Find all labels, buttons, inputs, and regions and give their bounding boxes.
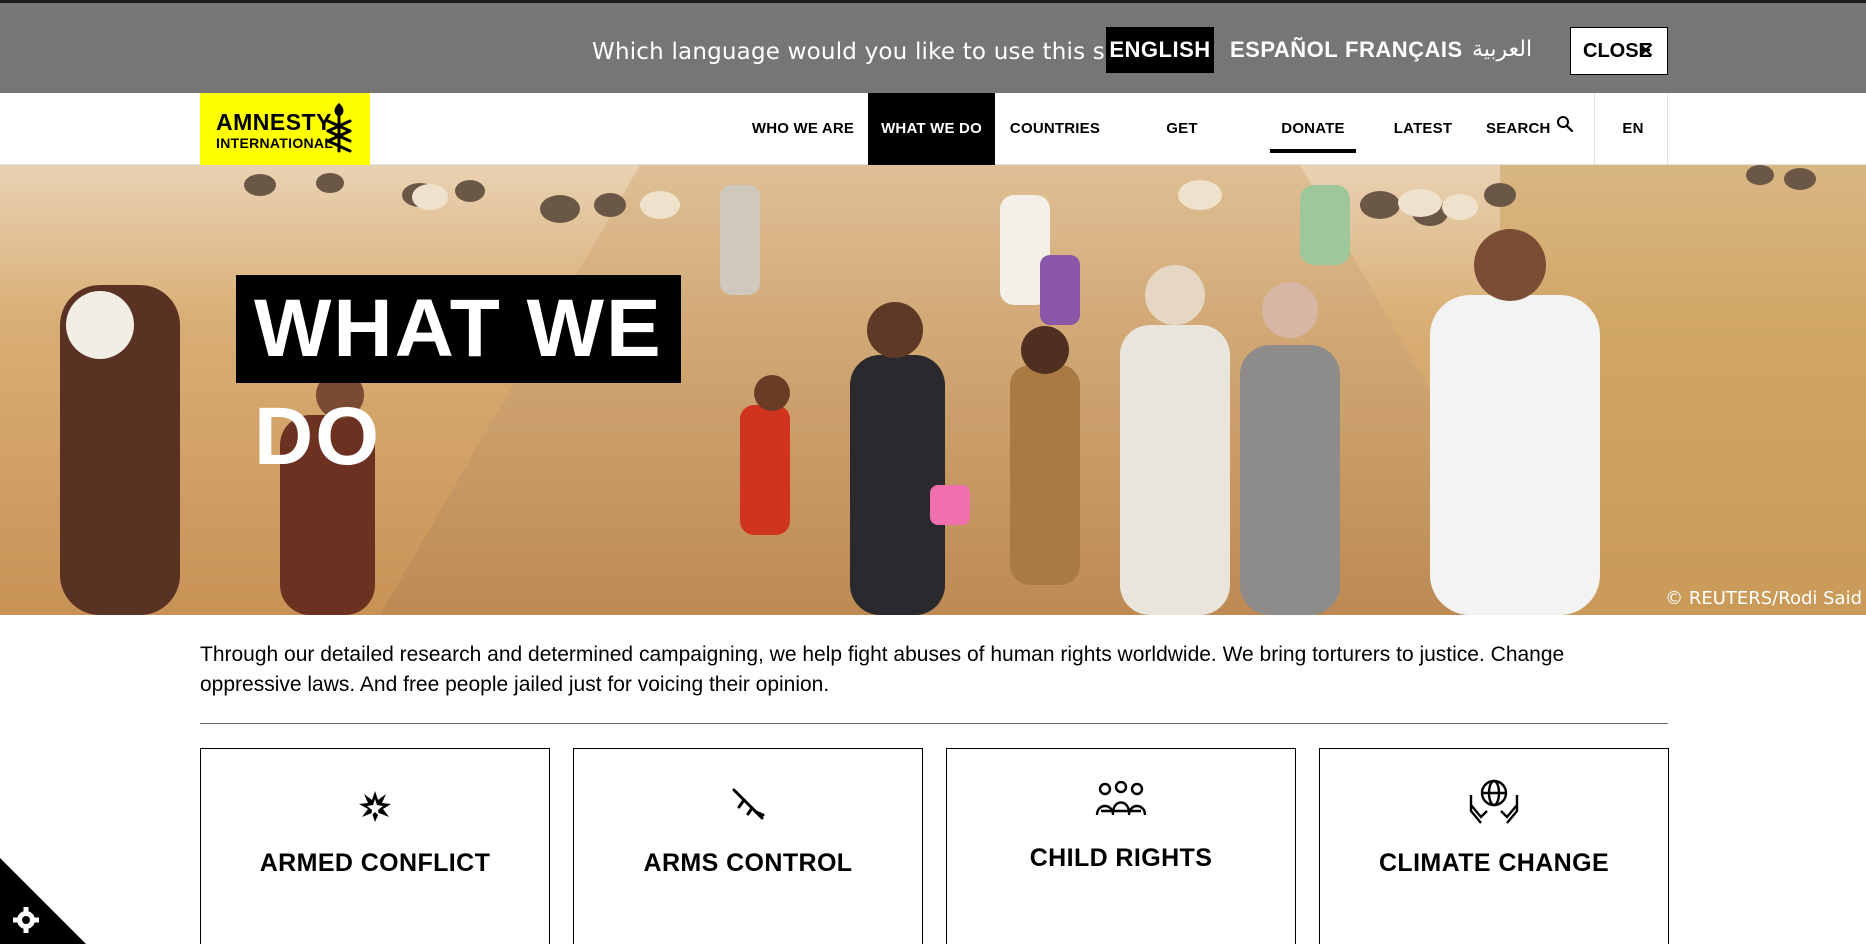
card-child-rights[interactable]: CHILD RIGHTS: [946, 748, 1296, 944]
card-label: ARMS CONTROL: [643, 849, 853, 877]
card-label: CLIMATE CHANGE: [1378, 849, 1610, 877]
nav-latest[interactable]: LATEST: [1390, 93, 1456, 165]
amnesty-logo[interactable]: AMNESTY INTERNATIONAL: [200, 93, 370, 165]
nav-what-we-do[interactable]: WHAT WE DO: [868, 93, 995, 165]
nav-who-we-are[interactable]: WHO WE ARE: [748, 93, 858, 165]
nav-donate-now[interactable]: DONATE NOW: [1270, 93, 1356, 209]
globe-hands-icon: [1320, 777, 1668, 832]
close-language-bar-button[interactable]: CLOSE ✕: [1570, 27, 1668, 75]
cookie-settings-button[interactable]: [0, 858, 86, 944]
card-arms-control[interactable]: ARMS CONTROL: [573, 748, 923, 944]
close-icon: ✕: [1636, 38, 1655, 63]
site-header: AMNESTY INTERNATIONAL WHO WE ARE WHAT WE…: [0, 93, 1866, 209]
logo-line-2: INTERNATIONAL: [216, 135, 334, 151]
card-climate-change[interactable]: CLIMATE CHANGE: [1319, 748, 1669, 944]
intro-text: Through our detailed research and determ…: [200, 643, 1565, 696]
nav-get-involved[interactable]: GET INVOLVED: [1128, 93, 1236, 209]
donate-underline: [1270, 149, 1356, 153]
page-title: WHAT WE DO: [236, 275, 681, 482]
nav-separator: [1667, 93, 1668, 165]
card-label: ARMED CONFLICT: [259, 849, 491, 877]
nav-countries[interactable]: COUNTRIES: [1008, 93, 1102, 165]
children-icon: [947, 780, 1295, 828]
language-question: Which language would you like to use thi…: [592, 39, 1177, 65]
hero-banner: WHAT WE DO © REUTERS/Rodi Said: [0, 165, 1866, 615]
language-english[interactable]: ENGLISH: [1106, 27, 1214, 73]
language-francais[interactable]: FRANÇAIS: [1345, 27, 1462, 73]
language-espanol[interactable]: ESPAÑOL: [1230, 27, 1338, 73]
language-arabic[interactable]: العربية: [1470, 27, 1534, 73]
nav-separator: [1594, 93, 1595, 165]
card-armed-conflict[interactable]: ARMED CONFLICT: [200, 748, 550, 944]
nav-search-label: SEARCH: [1486, 120, 1551, 137]
logo-line-1: AMNESTY: [216, 109, 332, 135]
card-label: CHILD RIGHTS: [1029, 844, 1213, 872]
search-icon: [1557, 116, 1574, 133]
nav-search[interactable]: SEARCH: [1486, 93, 1578, 165]
nav-language-code[interactable]: EN: [1600, 93, 1666, 165]
rifle-icon: [574, 787, 922, 828]
intro-divider: [200, 723, 1668, 724]
photo-credit: © REUTERS/Rodi Said: [1665, 588, 1862, 609]
explosion-icon: [201, 789, 549, 828]
candle-icon: [326, 102, 352, 153]
language-bar: Which language would you like to use thi…: [0, 0, 1866, 93]
